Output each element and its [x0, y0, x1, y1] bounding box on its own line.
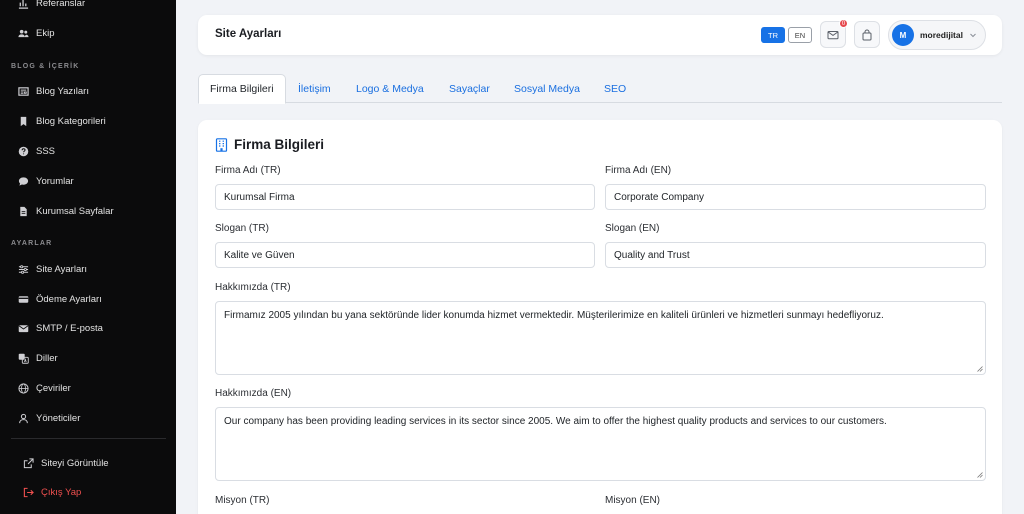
lang-tr-button[interactable]: TR	[761, 27, 785, 43]
newspaper-icon	[17, 85, 29, 97]
sidebar-item-sss[interactable]: SSS	[0, 138, 176, 164]
chart-icon	[17, 0, 29, 9]
sidebar-item-label: Ödeme Ayarları	[36, 293, 102, 305]
slogan-tr-label: Slogan (TR)	[215, 223, 269, 234]
tab-logo-medya[interactable]: Logo & Medya	[345, 74, 435, 103]
sidebar: Referanslar Ekip BLOG & İÇERİK Blog Yazı…	[0, 0, 176, 514]
sidebar-item-referanslar[interactable]: Referanslar	[0, 0, 176, 16]
file-icon	[17, 205, 29, 217]
sidebar-item-diller[interactable]: Diller	[0, 345, 176, 371]
company-name-en-label: Firma Adı (EN)	[605, 165, 672, 176]
resize-handle-icon[interactable]	[977, 472, 983, 478]
building-icon	[215, 137, 234, 152]
card-title-text: Firma Bilgileri	[234, 137, 325, 152]
view-site-link[interactable]: Siteyi Görüntüle	[0, 450, 176, 476]
sidebar-item-smtp[interactable]: SMTP / E-posta	[0, 315, 176, 341]
sidebar-item-site-ayarlari[interactable]: Site Ayarları	[0, 256, 176, 282]
company-name-tr-label: Firma Adı (TR)	[215, 165, 281, 176]
lang-en-button[interactable]: EN	[788, 27, 812, 43]
logout-label: Çıkış Yap	[41, 486, 82, 498]
sidebar-item-label: SSS	[36, 145, 56, 157]
user-name: moredijital	[920, 30, 963, 40]
sidebar-item-ceviriler[interactable]: Çeviriler	[0, 375, 176, 401]
sidebar-item-label: Kurumsal Sayfalar	[36, 205, 114, 217]
logout-icon	[22, 486, 34, 498]
sidebar-item-yoneticiler[interactable]: Yöneticiler	[0, 405, 176, 431]
sidebar-item-label: Blog Kategorileri	[36, 115, 106, 127]
tab-sayaclar[interactable]: Sayaçlar	[438, 74, 501, 103]
sidebar-item-label: Yorumlar	[36, 175, 74, 187]
question-icon	[17, 145, 29, 157]
sidebar-item-label: Blog Yazıları	[36, 85, 89, 97]
sidebar-item-ekip[interactable]: Ekip	[0, 20, 176, 46]
slogan-en-input[interactable]: Quality and Trust	[605, 242, 986, 268]
sidebar-item-label: Site Ayarları	[36, 263, 88, 275]
card-title: Firma Bilgileri	[215, 137, 324, 152]
sidebar-divider	[11, 438, 166, 439]
section-label-settings: AYARLAR	[11, 240, 53, 247]
messages-button[interactable]: 0	[820, 19, 848, 48]
sidebar-item-label: Referanslar	[36, 0, 86, 9]
company-name-tr-input[interactable]: Kurumsal Firma	[215, 184, 595, 210]
translate-icon	[17, 352, 29, 364]
envelope-icon	[827, 29, 839, 41]
about-tr-textarea[interactable]: Firmamız 2005 yılından bu yana sektöründ…	[215, 301, 986, 375]
shop-button[interactable]	[854, 21, 880, 48]
sliders-icon	[17, 263, 29, 275]
sidebar-item-odeme-ayarlari[interactable]: Ödeme Ayarları	[0, 286, 176, 312]
external-link-icon	[22, 457, 34, 469]
page-header: Site Ayarları TR EN 0 M moredijital	[198, 15, 1002, 55]
resize-handle-icon[interactable]	[977, 366, 983, 372]
sidebar-item-blog-yazilari[interactable]: Blog Yazıları	[0, 78, 176, 104]
view-site-label: Siteyi Görüntüle	[41, 457, 109, 469]
sidebar-item-label: Ekip	[36, 27, 55, 39]
company-name-en-input[interactable]: Corporate Company	[605, 184, 986, 210]
slogan-tr-input[interactable]: Kalite ve Güven	[215, 242, 595, 268]
about-tr-text: Firmamız 2005 yılından bu yana sektöründ…	[224, 310, 884, 321]
shopping-bag-icon	[861, 28, 873, 41]
page-title: Site Ayarları	[215, 28, 282, 40]
mission-tr-label: Misyon (TR)	[215, 495, 270, 506]
sidebar-item-blog-kategorileri[interactable]: Blog Kategorileri	[0, 108, 176, 134]
credit-card-icon	[17, 293, 29, 305]
about-en-text: Our company has been providing leading s…	[224, 416, 887, 427]
sidebar-item-label: SMTP / E-posta	[36, 322, 103, 334]
user-icon	[17, 412, 29, 424]
user-menu[interactable]: M moredijital	[888, 20, 986, 50]
message-count-badge: 0	[839, 19, 848, 28]
chevron-down-icon	[963, 31, 977, 39]
globe-icon	[17, 382, 29, 394]
sidebar-item-yorumlar[interactable]: Yorumlar	[0, 168, 176, 194]
mission-en-label: Misyon (EN)	[605, 495, 661, 506]
users-icon	[17, 27, 29, 39]
envelope-icon	[17, 322, 29, 334]
about-en-textarea[interactable]: Our company has been providing leading s…	[215, 407, 986, 481]
settings-tabs: Firma Bilgileri İletişim Logo & Medya Sa…	[198, 74, 1002, 104]
tab-seo[interactable]: SEO	[593, 74, 637, 103]
tab-firma-bilgileri[interactable]: Firma Bilgileri	[198, 74, 286, 104]
slogan-en-label: Slogan (EN)	[605, 223, 660, 234]
sidebar-item-label: Yöneticiler	[36, 412, 81, 424]
sidebar-item-label: Çeviriler	[36, 382, 71, 394]
section-label-blog: BLOG & İÇERİK	[11, 63, 80, 70]
bookmark-icon	[17, 115, 29, 127]
avatar: M	[892, 24, 914, 46]
tab-iletisim[interactable]: İletişim	[287, 74, 342, 103]
tab-sosyal-medya[interactable]: Sosyal Medya	[503, 74, 591, 103]
comment-icon	[17, 175, 29, 187]
company-info-card: Firma Bilgileri Firma Adı (TR) Kurumsal …	[198, 120, 1002, 514]
about-tr-label: Hakkımızda (TR)	[215, 282, 291, 293]
sidebar-item-kurumsal-sayfalar[interactable]: Kurumsal Sayfalar	[0, 198, 176, 224]
about-en-label: Hakkımızda (EN)	[215, 388, 292, 399]
logout-button[interactable]: Çıkış Yap	[0, 479, 176, 505]
sidebar-item-label: Diller	[36, 352, 58, 364]
